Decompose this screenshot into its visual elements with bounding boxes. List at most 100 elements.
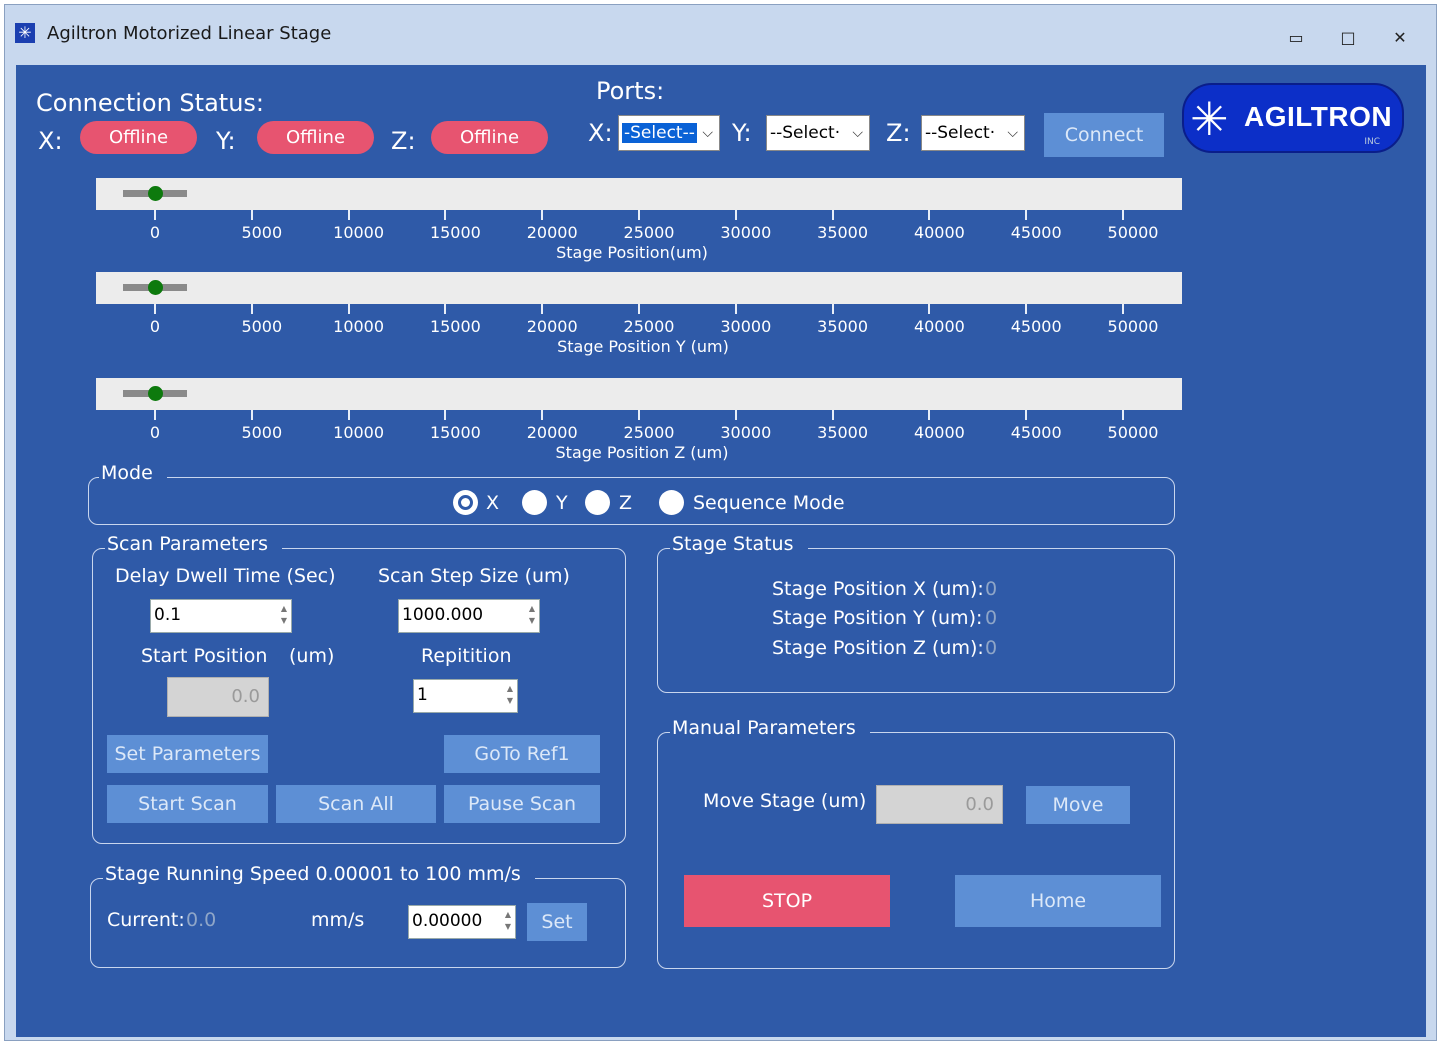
tick-mark xyxy=(347,210,350,220)
running-speed-title: Stage Running Speed 0.00001 to 100 mm/s xyxy=(103,863,535,885)
set-speed-button[interactable]: Set xyxy=(527,903,587,941)
tick-mark xyxy=(831,210,834,220)
tick-mark xyxy=(928,210,931,220)
logo-star-icon: ✳ xyxy=(1190,92,1229,146)
start-scan-button[interactable]: Start Scan xyxy=(107,785,268,823)
chevron-down-icon: ⌵ xyxy=(1007,125,1018,141)
stage-status-title: Stage Status xyxy=(670,533,808,555)
stage-position-z-value: 0 xyxy=(985,637,998,659)
port-y-value: --Select· xyxy=(770,123,841,143)
tick-mark xyxy=(831,304,834,314)
port-z-value: --Select· xyxy=(925,123,996,143)
tick-mark xyxy=(444,304,447,314)
tick-mark xyxy=(638,304,640,314)
slider-x-handle[interactable] xyxy=(148,186,163,201)
tick-label: 5000 xyxy=(241,317,283,336)
app-window: ✳ Agiltron Motorized Linear Stage ▭ □ ✕ … xyxy=(4,4,1437,1041)
tick-label: 15000 xyxy=(429,423,481,442)
stop-button[interactable]: STOP xyxy=(684,875,890,927)
stage-z-slider[interactable] xyxy=(96,378,1182,410)
tick-mark xyxy=(154,210,156,220)
chevron-down-icon: ⌵ xyxy=(702,125,713,141)
tick-mark xyxy=(928,304,931,314)
move-button[interactable]: Move xyxy=(1026,786,1130,824)
spinner-arrows-icon[interactable]: ▲ ▼ xyxy=(529,603,535,627)
tick-label: 0 xyxy=(149,423,161,442)
mode-sequence-label: Sequence Mode xyxy=(693,492,845,514)
goto-ref1-button[interactable]: GoTo Ref1 xyxy=(444,735,600,773)
mode-z-radio[interactable] xyxy=(585,490,610,515)
port-x-label: X: xyxy=(588,119,613,147)
tick-label: 45000 xyxy=(1010,423,1062,442)
spinner-arrows-icon[interactable]: ▲ ▼ xyxy=(281,603,287,627)
tick-label: 35000 xyxy=(817,317,869,336)
mode-y-label: Y xyxy=(556,492,568,514)
start-position-label: Start Position xyxy=(141,645,268,667)
set-parameters-button[interactable]: Set Parameters xyxy=(107,735,268,773)
main-panel: Connection Status: X: Offline Y: Offline… xyxy=(16,65,1426,1037)
tick-mark xyxy=(154,304,156,314)
dwell-time-input[interactable]: 0.1 ▲ ▼ xyxy=(150,599,292,633)
dwell-time-label: Delay Dwell Time (Sec) xyxy=(115,565,336,587)
dwell-time-value: 0.1 xyxy=(154,605,182,625)
tick-mark xyxy=(541,410,544,420)
repitition-input[interactable]: 1 ▲ ▼ xyxy=(413,679,518,713)
connect-button[interactable]: Connect xyxy=(1044,113,1164,157)
tick-mark xyxy=(1025,304,1028,314)
scan-all-button[interactable]: Scan All xyxy=(276,785,436,823)
stage-y-slider[interactable] xyxy=(96,272,1182,304)
tick-label: 25000 xyxy=(623,223,675,242)
tick-mark xyxy=(1025,210,1028,220)
tick-mark xyxy=(250,304,253,314)
port-z-select[interactable]: --Select· ⌵ xyxy=(921,115,1025,151)
tick-label: 20000 xyxy=(526,317,578,336)
repitition-value: 1 xyxy=(417,685,428,705)
pause-scan-button[interactable]: Pause Scan xyxy=(444,785,600,823)
chevron-down-icon: ⌵ xyxy=(852,125,863,141)
port-y-label: Y: xyxy=(732,119,752,147)
connection-x-label: X: xyxy=(38,127,63,155)
spinner-arrows-icon[interactable]: ▲ ▼ xyxy=(505,909,511,933)
tick-label: 15000 xyxy=(429,317,481,336)
tick-mark xyxy=(444,210,447,220)
tick-mark xyxy=(1122,304,1124,314)
stage-x-slider[interactable] xyxy=(96,178,1182,210)
speed-value: 0.00000 xyxy=(412,911,483,931)
mode-x-radio[interactable] xyxy=(453,490,478,515)
stage-position-x-label: Stage Position X (um): xyxy=(772,578,984,600)
minimize-icon[interactable]: ▭ xyxy=(1281,27,1311,49)
port-x-select[interactable]: -Select-- ⌵ xyxy=(618,115,720,151)
tick-label: 30000 xyxy=(720,423,772,442)
home-button[interactable]: Home xyxy=(955,875,1161,927)
running-speed-group: Stage Running Speed 0.00001 to 100 mm/s … xyxy=(90,863,626,968)
speed-input[interactable]: 0.00000 ▲ ▼ xyxy=(408,905,516,939)
slider-z-handle[interactable] xyxy=(148,386,163,401)
agiltron-logo: ✳ AGILTRON INC xyxy=(1182,83,1404,153)
connection-z-label: Z: xyxy=(391,127,416,155)
port-y-select[interactable]: --Select· ⌵ xyxy=(766,115,870,151)
port-x-value: -Select-- xyxy=(621,122,698,144)
tick-label: 45000 xyxy=(1010,317,1062,336)
step-size-input[interactable]: 1000.000 ▲ ▼ xyxy=(398,599,540,633)
mode-sequence-radio[interactable] xyxy=(659,490,684,515)
tick-mark xyxy=(734,210,737,220)
tick-label: 25000 xyxy=(623,317,675,336)
close-icon[interactable]: ✕ xyxy=(1385,27,1415,49)
mode-y-radio[interactable] xyxy=(522,490,547,515)
mode-title: Mode xyxy=(99,462,167,484)
start-position-field: 0.0 xyxy=(167,677,269,717)
tick-mark xyxy=(347,304,350,314)
connection-x-status-badge: Offline xyxy=(80,121,197,154)
tick-label: 30000 xyxy=(720,317,772,336)
connection-y-status-badge: Offline xyxy=(257,121,374,154)
move-stage-field: 0.0 xyxy=(876,785,1003,824)
spinner-arrows-icon[interactable]: ▲ ▼ xyxy=(507,683,513,707)
tick-label: 0 xyxy=(149,317,161,336)
slider-y-handle[interactable] xyxy=(148,280,163,295)
tick-mark xyxy=(444,410,447,420)
manual-parameters-title: Manual Parameters xyxy=(670,717,870,739)
maximize-icon[interactable]: □ xyxy=(1333,27,1363,49)
move-stage-label: Move Stage (um) xyxy=(703,790,867,812)
connection-z-status-badge: Offline xyxy=(431,121,548,154)
step-size-value: 1000.000 xyxy=(402,605,484,625)
